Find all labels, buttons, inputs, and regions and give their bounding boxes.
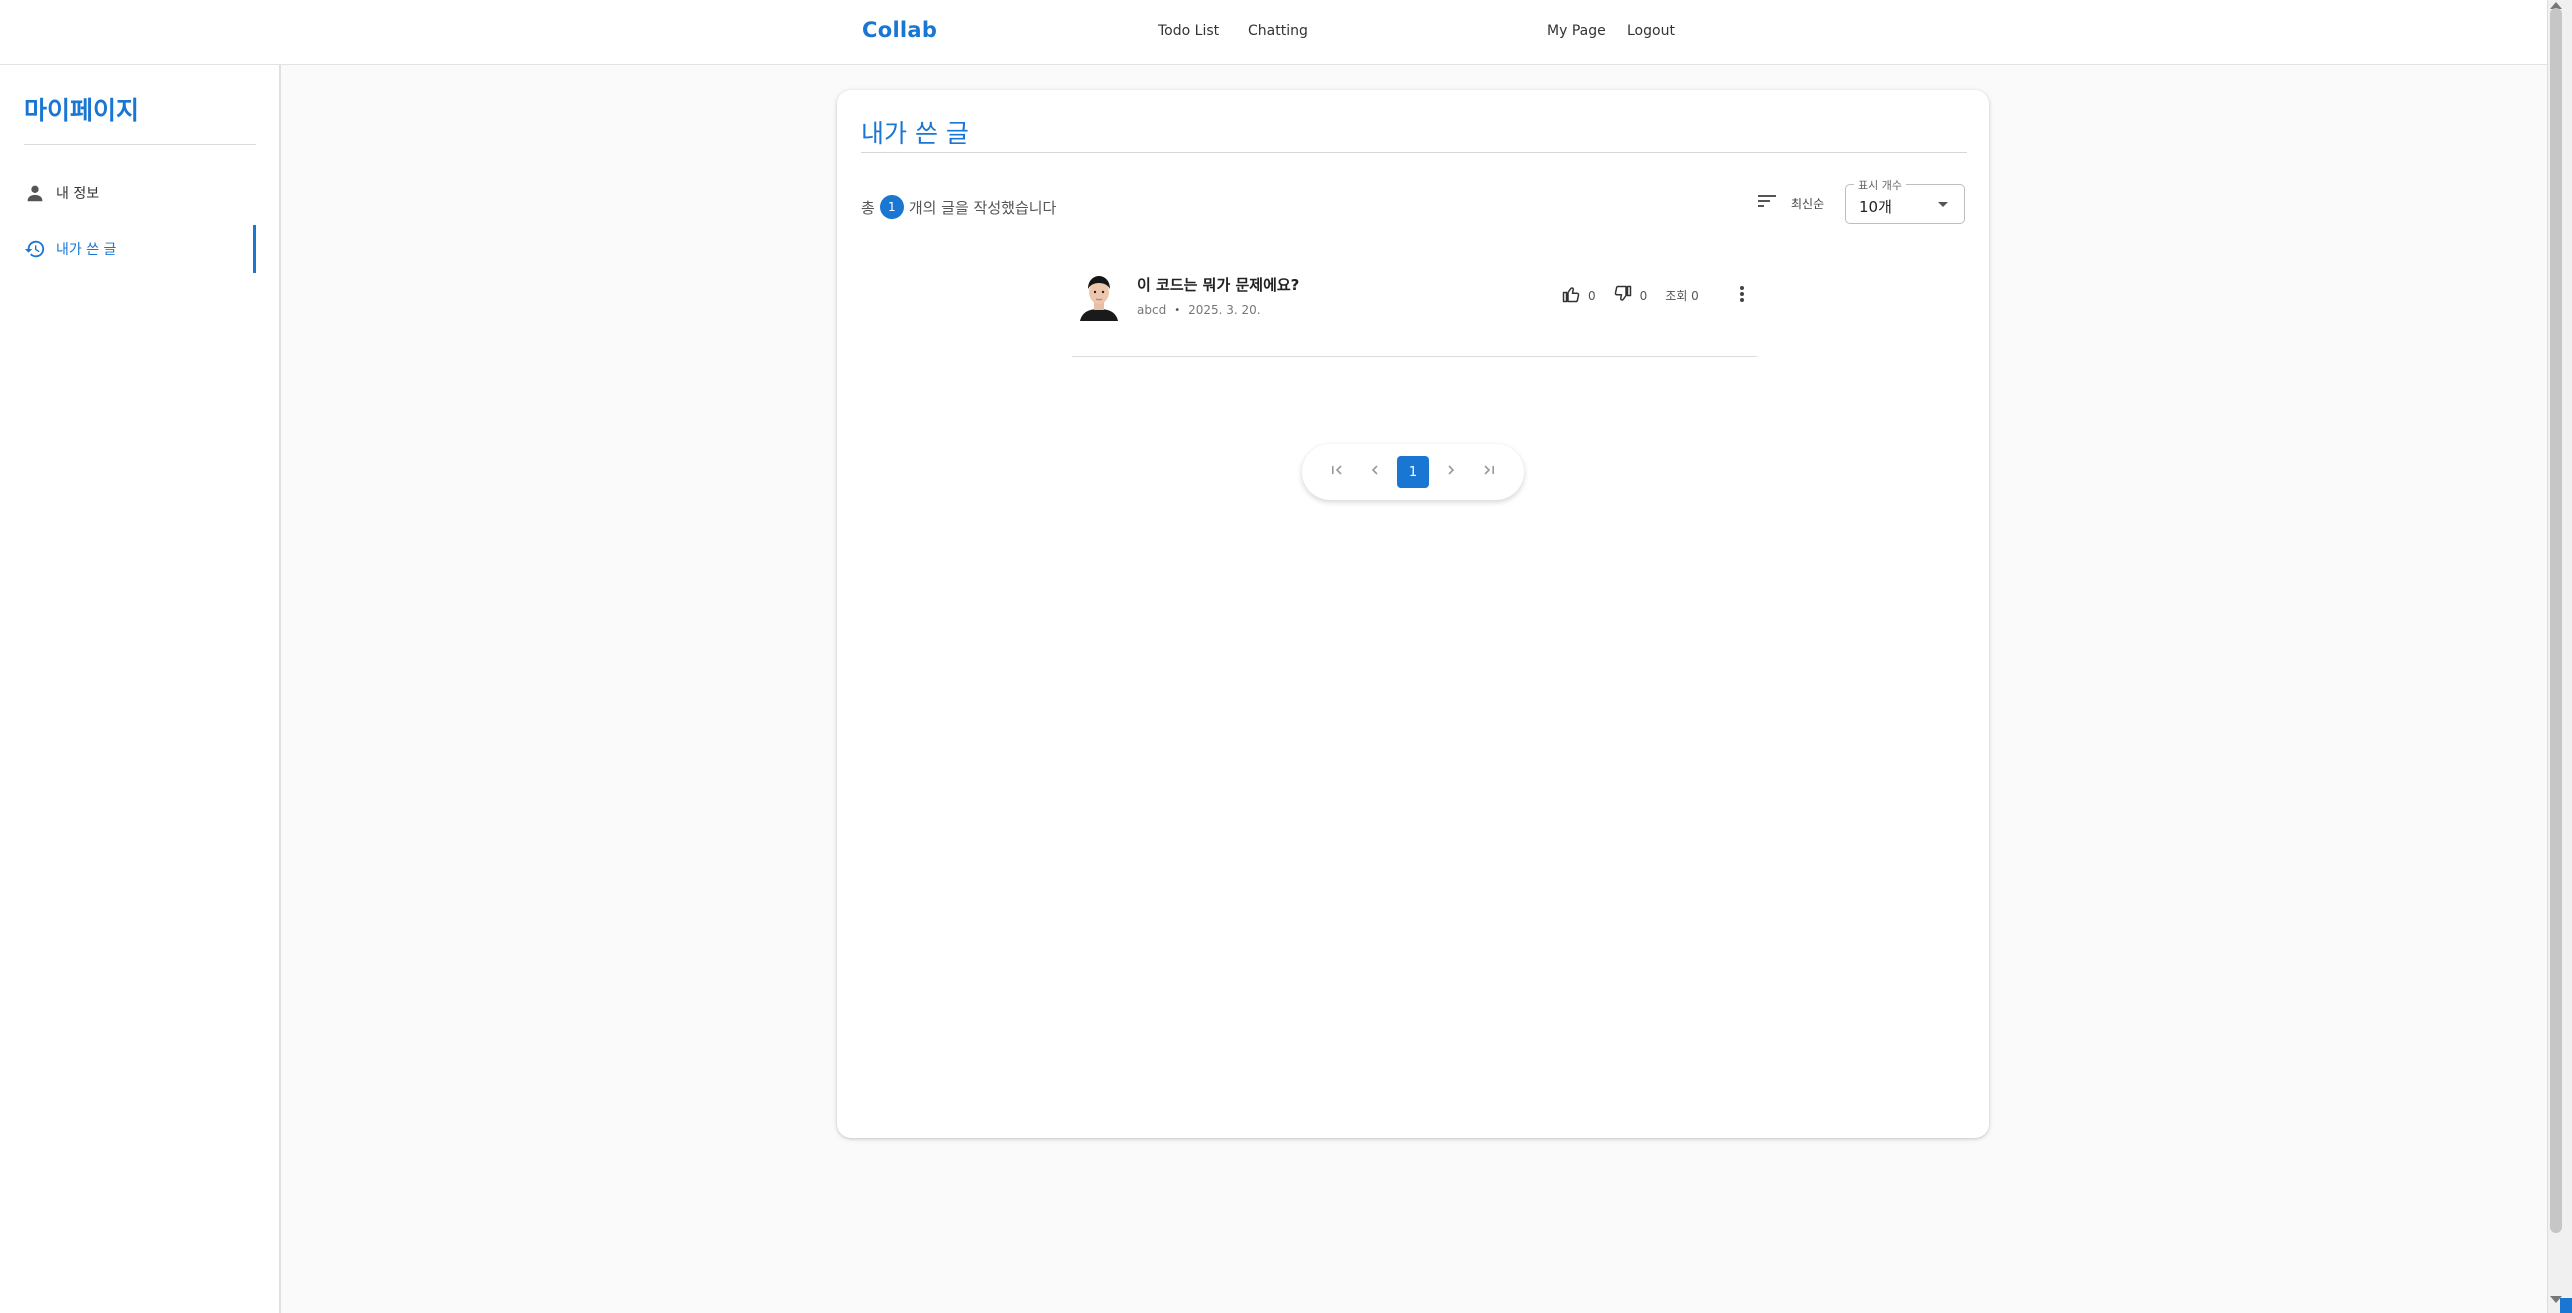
title-divider bbox=[861, 152, 1967, 153]
caret-down-icon bbox=[1938, 202, 1948, 207]
sort-icon bbox=[1757, 193, 1777, 213]
page-size-legend: 표시 개수 bbox=[1854, 177, 1906, 193]
post-stats: 0 0 조회 0 bbox=[1562, 285, 1717, 306]
meta-separator: • bbox=[1174, 304, 1181, 316]
thumb-down-icon bbox=[1614, 285, 1640, 306]
nav-logout[interactable]: Logout bbox=[1627, 23, 1675, 39]
post-date: 2025. 3. 20. bbox=[1188, 303, 1261, 317]
avatar bbox=[1078, 273, 1120, 321]
corner-accent bbox=[2560, 1298, 2572, 1313]
post-author: abcd bbox=[1137, 303, 1167, 317]
first-page-icon bbox=[1330, 463, 1344, 481]
sidebar-item-my-posts[interactable]: 내가 쓴 글 bbox=[24, 225, 256, 273]
count-prefix: 총 bbox=[861, 198, 875, 217]
last-page-button[interactable] bbox=[1473, 456, 1505, 488]
sort-label: 최신순 bbox=[1791, 196, 1825, 211]
page-title: 내가 쓴 글 bbox=[861, 119, 969, 148]
nav-chatting[interactable]: Chatting bbox=[1248, 23, 1308, 39]
person-icon bbox=[24, 182, 46, 204]
first-page-button[interactable] bbox=[1321, 456, 1353, 488]
count-suffix: 개의 글을 작성했습니다 bbox=[908, 198, 1057, 217]
dislike-count: 0 bbox=[1639, 288, 1648, 303]
history-icon bbox=[24, 238, 46, 260]
chevron-right-icon bbox=[1444, 463, 1458, 481]
sort-button[interactable]: 최신순 bbox=[1757, 193, 1824, 213]
prev-page-button[interactable] bbox=[1359, 456, 1391, 488]
next-page-button[interactable] bbox=[1435, 456, 1467, 488]
scrollbar-thumb[interactable] bbox=[2550, 8, 2562, 1233]
sidebar-divider bbox=[24, 144, 256, 145]
post-title[interactable]: 이 코드는 뭐가 문제에요? bbox=[1137, 274, 1299, 295]
like-button[interactable]: 0 bbox=[1562, 285, 1596, 306]
nav-todo-list[interactable]: Todo List bbox=[1158, 23, 1219, 39]
chevron-left-icon bbox=[1368, 463, 1382, 481]
nav-my-page[interactable]: My Page bbox=[1547, 23, 1606, 39]
top-navbar: Collab Todo List Chatting My Page Logout bbox=[0, 0, 2547, 65]
brand-logo[interactable]: Collab bbox=[862, 18, 937, 42]
sidebar-title: 마이페이지 bbox=[24, 96, 140, 125]
thumb-up-icon bbox=[1562, 285, 1588, 306]
post-meta: abcd • 2025. 3. 20. bbox=[1137, 303, 1261, 317]
page-size-select[interactable]: 표시 개수 10개 bbox=[1845, 177, 1965, 224]
pagination: 1 bbox=[1302, 444, 1524, 500]
last-page-icon bbox=[1482, 463, 1496, 481]
page-button-current[interactable]: 1 bbox=[1397, 456, 1429, 488]
sidebar: 마이페이지 내 정보 내가 쓴 글 bbox=[0, 65, 281, 1313]
sidebar-item-my-info[interactable]: 내 정보 bbox=[24, 169, 256, 217]
more-vert-button[interactable] bbox=[1732, 285, 1752, 307]
post-list-item[interactable]: 이 코드는 뭐가 문제에요? abcd • 2025. 3. 20. 0 0 조… bbox=[1072, 273, 1757, 357]
count-badge: 1 bbox=[879, 195, 904, 219]
dislike-button[interactable]: 0 bbox=[1614, 285, 1648, 306]
page-size-value: 10개 bbox=[1859, 198, 1892, 216]
more-vert-icon bbox=[1739, 285, 1745, 307]
sidebar-item-label: 내 정보 bbox=[56, 186, 100, 202]
my-posts-card: 내가 쓴 글 총 1 개의 글을 작성했습니다 최신순 표시 개수 10개 이 … bbox=[837, 90, 1989, 1138]
view-count: 조회 0 bbox=[1665, 289, 1699, 303]
sidebar-item-label: 내가 쓴 글 bbox=[56, 242, 117, 258]
like-count: 0 bbox=[1588, 288, 1596, 303]
post-count-summary: 총 1 개의 글을 작성했습니다 bbox=[861, 195, 1056, 219]
